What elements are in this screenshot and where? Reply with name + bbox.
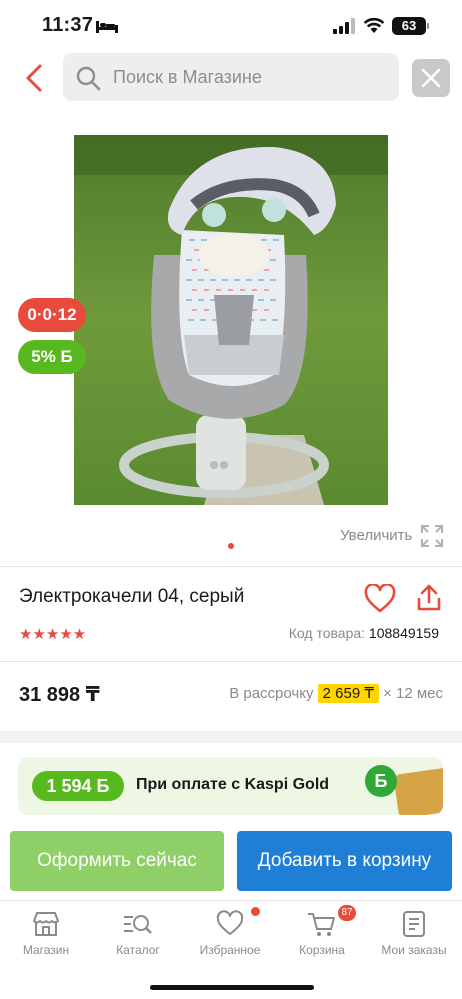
tab-label: Мои заказы (381, 943, 447, 957)
tab-favorites[interactable]: Избранное (184, 909, 276, 957)
product-code-label: Код товара: (288, 625, 366, 641)
heart-icon (216, 910, 244, 935)
tab-my-orders[interactable]: Мои заказы (368, 909, 460, 957)
clear-search-button[interactable] (412, 59, 450, 97)
product-price: 31 898 ₸ (19, 684, 100, 706)
battery-tip (427, 23, 429, 29)
bonus-amount: 1 594 Б (32, 771, 124, 801)
bonus-coin-icon: Б (365, 765, 397, 797)
installment-amount: 2 659 ₸ (317, 684, 379, 703)
section-separator (0, 731, 462, 743)
wifi-icon (363, 17, 385, 33)
divider (0, 566, 462, 567)
zoom-button[interactable]: Увеличить (340, 524, 443, 548)
installment-label: В рассрочку (229, 685, 314, 702)
zoom-label: Увеличить (340, 527, 413, 544)
catalog-search-icon (124, 915, 152, 934)
cart-icon (308, 913, 335, 936)
tab-label: Избранное (199, 943, 261, 957)
product-code: Код товара: 108849159 (289, 625, 439, 641)
tab-label: Корзина (299, 943, 345, 957)
expand-icon (421, 525, 443, 547)
search-input[interactable] (113, 53, 393, 101)
sleep-icon (96, 21, 118, 33)
product-image[interactable] (74, 135, 388, 505)
installment-info: В рассрочку 2 659 ₸ × 12 мес (229, 684, 443, 703)
installment-badge: 0·0·12 (18, 298, 86, 332)
search-icon (76, 66, 101, 91)
tab-shop[interactable]: Магазин (0, 909, 92, 957)
tab-label: Магазин (22, 943, 70, 957)
cell-signal-icon (333, 18, 355, 34)
kaspi-gold-card-icon (393, 767, 443, 815)
battery-indicator: 63 (392, 17, 426, 35)
add-to-cart-button[interactable]: Добавить в корзину (237, 831, 452, 891)
home-indicator[interactable] (150, 985, 314, 990)
share-icon[interactable] (416, 583, 442, 613)
status-bar: 11:37 63 (0, 0, 462, 54)
installment-term: × 12 мес (383, 685, 443, 702)
kaspi-gold-bonus-banner[interactable]: 1 594 Б При оплате с Kaspi Gold Б (18, 757, 443, 815)
favorites-notification-dot (251, 907, 260, 916)
product-photo-illustration (74, 135, 388, 505)
carousel-dot-active[interactable] (228, 543, 234, 549)
close-icon (421, 68, 441, 88)
tab-catalog[interactable]: Каталог (92, 909, 184, 957)
bonus-banner-text: При оплате с Kaspi Gold (136, 776, 330, 793)
checkout-now-button[interactable]: Оформить сейчас (10, 831, 224, 891)
status-time: 11:37 (42, 14, 94, 36)
orders-icon (403, 911, 425, 937)
tab-label: Каталог (116, 943, 160, 957)
search-bar[interactable] (63, 53, 399, 101)
bonus-badge: 5% Б (18, 340, 86, 374)
shop-icon (33, 912, 59, 936)
cart-count-badge: 87 (338, 905, 356, 921)
product-code-value: 108849159 (368, 625, 439, 641)
product-title: Электрокачели 04, серый (19, 586, 245, 607)
rating-stars[interactable]: ★★★★★ (19, 625, 86, 643)
divider (0, 661, 462, 662)
back-button[interactable] (22, 62, 46, 94)
favorite-heart-icon[interactable] (364, 584, 396, 614)
